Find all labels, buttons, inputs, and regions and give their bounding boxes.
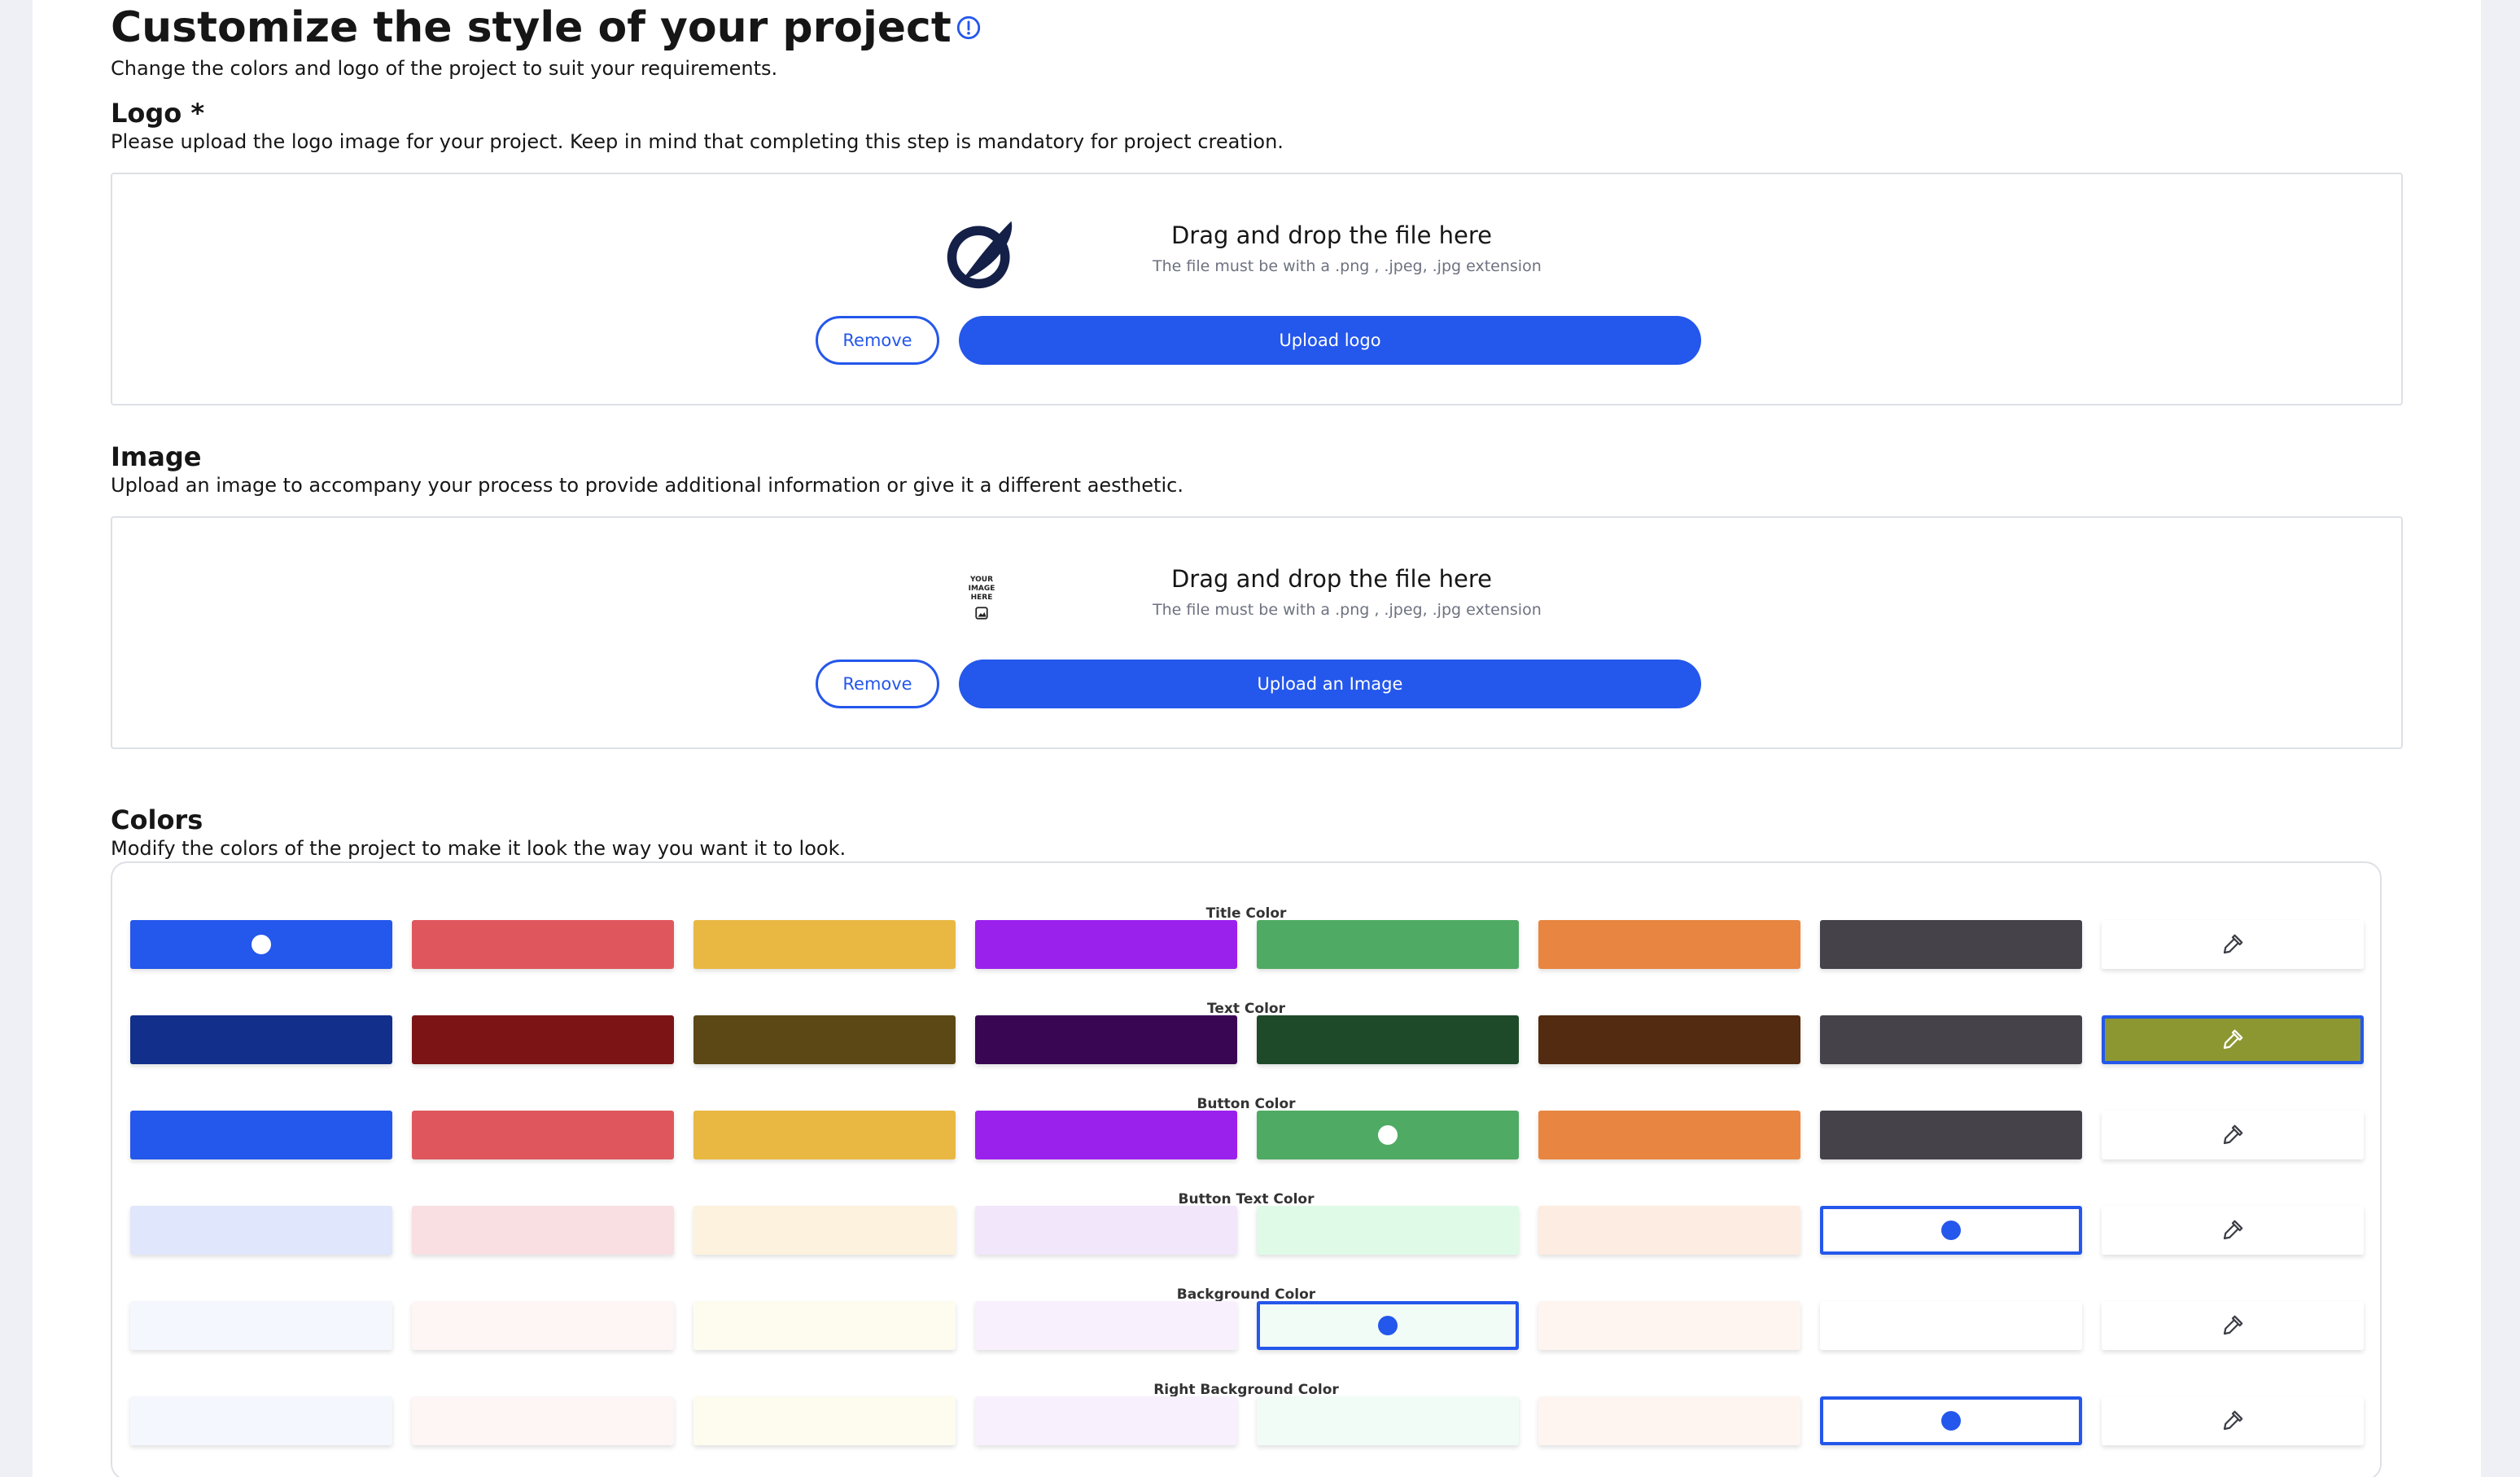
color-row-label: Right Background Color (1153, 1382, 1339, 1398)
color-swatch[interactable] (412, 1206, 674, 1255)
color-swatch[interactable] (412, 1396, 674, 1445)
page: Customize the style of your project Chan… (33, 0, 2481, 1477)
color-swatch[interactable] (975, 1015, 1237, 1064)
color-swatch[interactable] (693, 1015, 956, 1064)
logo-mark-icon (947, 221, 1013, 289)
page-title: Customize the style of your project (111, 3, 982, 52)
color-row-label: Title Color (1205, 905, 1287, 922)
color-swatch[interactable] (130, 1206, 392, 1255)
color-swatch[interactable] (1538, 1015, 1800, 1064)
image-remove-button[interactable]: Remove (816, 660, 939, 708)
color-swatch[interactable] (1538, 1301, 1800, 1350)
colors-section-description: Modify the colors of the project to make… (111, 837, 847, 860)
color-swatch[interactable] (1820, 1301, 2082, 1350)
color-row-label: Background Color (1176, 1286, 1316, 1303)
colors-section-title: Colors (111, 804, 203, 835)
color-swatch[interactable] (975, 1396, 1237, 1445)
logo-preview (941, 213, 1022, 295)
color-swatch[interactable] (1257, 1206, 1519, 1255)
custom-color-picker[interactable] (2102, 1015, 2364, 1064)
image-drop-hint: The file must be with a .png , .jpeg, .j… (1153, 601, 1542, 619)
color-swatch[interactable] (693, 1206, 956, 1255)
color-row-label: Text Color (1207, 1001, 1285, 1017)
color-swatch[interactable] (1257, 1111, 1519, 1159)
eyedropper-icon (2220, 932, 2245, 957)
color-swatch[interactable] (412, 920, 674, 969)
page-subtitle: Change the colors and logo of the projec… (111, 57, 778, 80)
logo-section-description: Please upload the logo image for your pr… (111, 130, 1284, 153)
selected-dot-icon (1378, 1316, 1398, 1335)
color-row-label: Button Text Color (1178, 1191, 1315, 1207)
color-swatch[interactable] (693, 920, 956, 969)
color-swatch[interactable] (693, 1301, 956, 1350)
custom-color-picker[interactable] (2102, 920, 2364, 969)
color-swatch[interactable] (1820, 1206, 2082, 1255)
color-swatch[interactable] (1257, 1396, 1519, 1445)
image-icon (975, 606, 988, 620)
selected-dot-icon (1941, 1411, 1961, 1431)
color-swatch[interactable] (130, 920, 392, 969)
color-swatch[interactable] (1538, 920, 1800, 969)
upload-image-button[interactable]: Upload an Image (959, 660, 1701, 708)
color-swatch[interactable] (130, 1301, 392, 1350)
color-swatch[interactable] (1820, 1396, 2082, 1445)
placeholder-text-1: YOUR (969, 575, 994, 584)
custom-color-picker[interactable] (2102, 1301, 2364, 1350)
colors-panel: Title Color Text Color Button Color Button … (111, 861, 2382, 1477)
logo-drop-hint: The file must be with a .png , .jpeg, .j… (1153, 257, 1542, 275)
eyedropper-icon (2220, 1409, 2245, 1433)
color-swatch[interactable] (1257, 1015, 1519, 1064)
info-icon[interactable] (955, 14, 982, 42)
image-placeholder: YOUR IMAGE HERE (941, 557, 1022, 638)
selected-dot-icon (252, 935, 271, 954)
color-swatch[interactable] (1820, 1015, 2082, 1064)
color-swatch[interactable] (975, 1206, 1237, 1255)
color-swatch[interactable] (1820, 1111, 2082, 1159)
image-dropzone[interactable]: YOUR IMAGE HERE Drag and drop the file h… (111, 516, 2403, 749)
logo-dropzone[interactable]: Drag and drop the file here The file mus… (111, 173, 2403, 405)
color-swatch[interactable] (130, 1111, 392, 1159)
page-title-text: Customize the style of your project (111, 3, 952, 52)
logo-drop-title: Drag and drop the file here (1170, 221, 1493, 249)
color-row-label: Button Color (1197, 1096, 1296, 1112)
eyedropper-icon (2220, 1313, 2245, 1338)
eyedropper-icon (2220, 1123, 2245, 1147)
color-swatch[interactable] (975, 920, 1237, 969)
color-swatch[interactable] (412, 1015, 674, 1064)
image-section-description: Upload an image to accompany your proces… (111, 474, 1183, 497)
selected-dot-icon (1378, 1125, 1398, 1145)
logo-remove-button[interactable]: Remove (816, 316, 939, 365)
logo-section-title: Logo * (111, 98, 205, 129)
color-swatch[interactable] (1538, 1111, 1800, 1159)
eyedropper-icon (2220, 1218, 2245, 1243)
color-swatch[interactable] (1257, 1301, 1519, 1350)
color-swatch[interactable] (412, 1111, 674, 1159)
image-section-title: Image (111, 441, 202, 472)
color-swatch[interactable] (130, 1396, 392, 1445)
custom-color-picker[interactable] (2102, 1111, 2364, 1159)
color-swatch[interactable] (693, 1111, 956, 1159)
color-swatch[interactable] (1820, 920, 2082, 969)
placeholder-text-2: IMAGE (968, 584, 995, 593)
color-swatch[interactable] (975, 1301, 1237, 1350)
color-swatch[interactable] (412, 1301, 674, 1350)
upload-logo-button[interactable]: Upload logo (959, 316, 1701, 365)
custom-color-picker[interactable] (2102, 1206, 2364, 1255)
placeholder-text-3: HERE (970, 593, 993, 602)
color-swatch[interactable] (693, 1396, 956, 1445)
color-swatch[interactable] (1538, 1206, 1800, 1255)
custom-color-picker[interactable] (2102, 1396, 2364, 1445)
image-drop-title: Drag and drop the file here (1170, 565, 1493, 593)
color-swatch[interactable] (1538, 1396, 1800, 1445)
color-swatch[interactable] (130, 1015, 392, 1064)
selected-dot-icon (1941, 1221, 1961, 1240)
eyedropper-icon (2220, 1028, 2245, 1052)
color-swatch[interactable] (1257, 920, 1519, 969)
color-swatch[interactable] (975, 1111, 1237, 1159)
